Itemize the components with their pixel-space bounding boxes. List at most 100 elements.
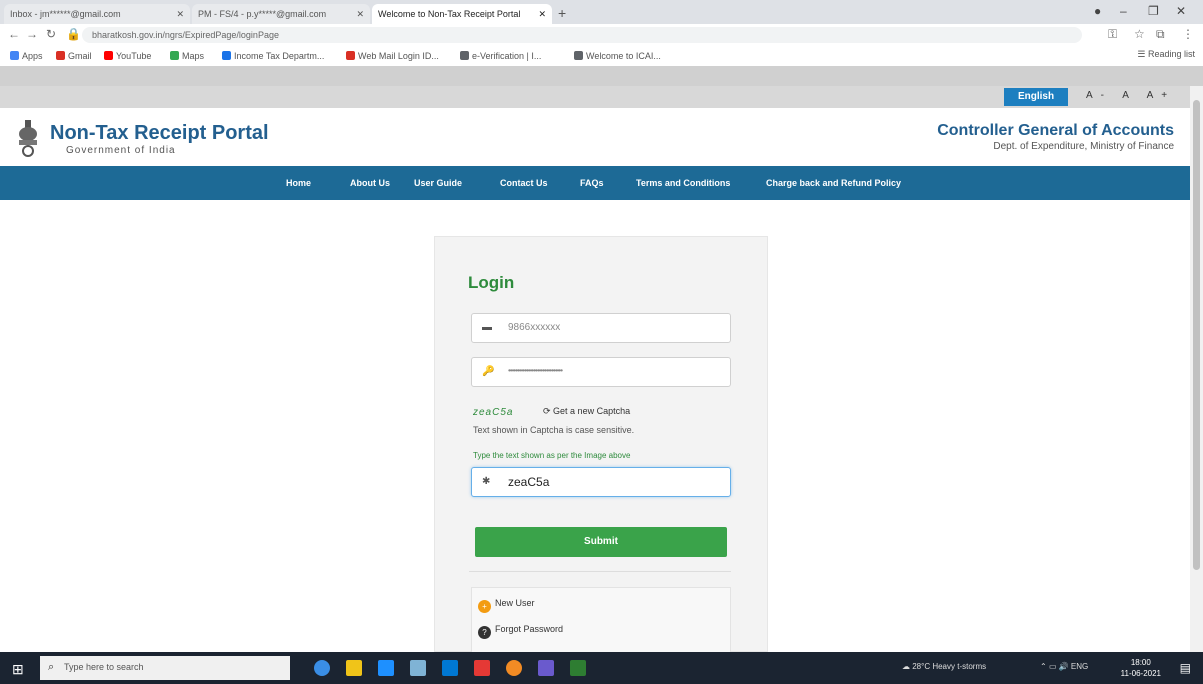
reading-list-button[interactable]: ☰ Reading list bbox=[1137, 49, 1195, 60]
mail-icon[interactable] bbox=[410, 660, 426, 676]
language-button[interactable]: English bbox=[1004, 88, 1068, 106]
url-field[interactable]: bharatkosh.gov.in/ngrs/ExpiredPage/login… bbox=[82, 27, 1082, 43]
outlook-icon[interactable] bbox=[442, 660, 458, 676]
taskbar-search[interactable]: ⌕ Type here to search bbox=[40, 656, 290, 680]
tab-label: PM - FS/4 - p.y*****@gmail.com bbox=[198, 9, 327, 19]
captcha-hint: Type the text shown as per the Image abo… bbox=[473, 451, 631, 460]
nav-refund-policy[interactable]: Charge back and Refund Policy bbox=[766, 166, 901, 200]
page-scrollbar[interactable] bbox=[1190, 86, 1203, 652]
refresh-captcha-link[interactable]: ⟳ Get a new Captcha bbox=[543, 406, 630, 417]
key-icon[interactable]: ⚿ bbox=[1108, 27, 1117, 42]
key-icon: 🔑 bbox=[482, 366, 495, 377]
maximize-icon[interactable]: ❐ bbox=[1148, 4, 1159, 18]
new-user-link[interactable]: + New User bbox=[478, 598, 535, 613]
tab-close-icon[interactable]: ✕ bbox=[538, 4, 546, 24]
clock-time: 18:00 bbox=[1130, 658, 1151, 667]
login-panel: Login ▬ 9866xxxxxx 🔑 •••••••••••••••••••… bbox=[434, 236, 768, 653]
taskbar-search-placeholder: Type here to search bbox=[64, 662, 144, 672]
captcha-input[interactable]: ✱ zeaC5a bbox=[471, 467, 731, 497]
captcha-image: zeaC5a bbox=[473, 407, 514, 418]
username-field[interactable]: ▬ 9866xxxxxx bbox=[471, 313, 731, 343]
file-explorer-icon[interactable] bbox=[346, 660, 362, 676]
lock-icon: 🔒 bbox=[66, 27, 81, 41]
bookmark-maps[interactable]: Maps bbox=[170, 49, 204, 63]
account-links: + New User ? Forgot Password bbox=[471, 587, 731, 653]
weather-text: 28°C Heavy t-storms bbox=[912, 662, 987, 671]
org-subtitle: Dept. of Expenditure, Ministry of Financ… bbox=[993, 141, 1174, 152]
scrollbar-thumb[interactable] bbox=[1193, 100, 1200, 570]
clock-date: 11-06-2021 bbox=[1120, 669, 1161, 678]
forgot-password-icon: ? bbox=[478, 626, 491, 639]
asterisk-icon: ✱ bbox=[482, 476, 491, 487]
password-field[interactable]: 🔑 •••••••••••••••••••••••••••••• bbox=[471, 357, 731, 387]
windows-start-icon[interactable]: ⊞ bbox=[12, 661, 24, 678]
new-tab-button[interactable]: + bbox=[558, 5, 566, 21]
bookmark-youtube[interactable]: YouTube bbox=[104, 49, 151, 63]
menu-kebab-icon[interactable]: ⋮ bbox=[1182, 27, 1194, 41]
reading-list-icon: ☰ bbox=[1137, 49, 1148, 59]
site-header: Non-Tax Receipt Portal Government of Ind… bbox=[0, 108, 1190, 166]
browser-tab-bar: Inbox - jm******@gmail.com ✕ PM - FS/4 -… bbox=[0, 0, 1203, 24]
record-icon: ● bbox=[1094, 4, 1102, 18]
bookmark-gmail[interactable]: Gmail bbox=[56, 49, 92, 63]
forgot-password-link[interactable]: ? Forgot Password bbox=[478, 624, 563, 639]
minimize-icon[interactable]: – bbox=[1120, 4, 1127, 18]
globe-icon bbox=[574, 51, 583, 60]
back-arrow-icon[interactable]: ← bbox=[8, 27, 20, 41]
nav-terms[interactable]: Terms and Conditions bbox=[636, 166, 730, 200]
browser-tab-ntrp[interactable]: Welcome to Non-Tax Receipt Portal ✕ bbox=[372, 4, 552, 24]
taskbar-clock[interactable]: 18:00 11-06-2021 bbox=[1121, 657, 1161, 679]
bookmark-label: YouTube bbox=[116, 51, 152, 61]
bookmark-income-tax[interactable]: Income Tax Departm... bbox=[222, 49, 324, 63]
globe-icon bbox=[460, 51, 469, 60]
forward-arrow-icon[interactable]: → bbox=[26, 27, 38, 41]
user-card-icon: ▬ bbox=[482, 322, 492, 333]
new-user-label: New User bbox=[495, 598, 535, 608]
reload-icon[interactable]: ↻ bbox=[46, 27, 56, 41]
chrome-icon[interactable] bbox=[506, 660, 522, 676]
nav-faqs[interactable]: FAQs bbox=[580, 166, 604, 200]
pdf-icon[interactable] bbox=[474, 660, 490, 676]
webmail-icon bbox=[346, 51, 355, 60]
browser-tab-gmail[interactable]: Inbox - jm******@gmail.com ✕ bbox=[4, 4, 190, 24]
store-icon[interactable] bbox=[378, 660, 394, 676]
star-icon[interactable]: ☆ bbox=[1134, 27, 1145, 41]
portal-title[interactable]: Non-Tax Receipt Portal bbox=[50, 122, 269, 145]
weather-icon: ☁ bbox=[902, 662, 913, 671]
notification-icon[interactable]: ▤ bbox=[1180, 661, 1191, 675]
bookmark-label: Welcome to ICAI... bbox=[586, 51, 661, 61]
bookmark-label: Apps bbox=[22, 51, 43, 61]
browser-tab-pm[interactable]: PM - FS/4 - p.y*****@gmail.com ✕ bbox=[192, 4, 370, 24]
bookmark-icai[interactable]: Welcome to ICAI... bbox=[574, 49, 661, 63]
system-tray[interactable]: ⌃ ▭ 🔊 ENG bbox=[1040, 662, 1088, 671]
extension-icon[interactable]: ⧉ bbox=[1156, 27, 1165, 42]
org-title: Controller General of Accounts bbox=[937, 122, 1174, 139]
submit-button[interactable]: Submit bbox=[475, 527, 727, 557]
font-size-controls[interactable]: A- A A+ bbox=[1086, 90, 1175, 101]
maps-icon bbox=[170, 51, 179, 60]
income-tax-icon bbox=[222, 51, 231, 60]
tab-close-icon[interactable]: ✕ bbox=[176, 4, 184, 24]
cortana-icon[interactable] bbox=[314, 660, 330, 676]
nav-user-guide[interactable]: User Guide bbox=[414, 166, 462, 200]
apps-grid-icon bbox=[10, 51, 19, 60]
bookmark-apps[interactable]: Apps bbox=[10, 49, 43, 63]
gmail-icon bbox=[56, 51, 65, 60]
password-value: •••••••••••••••••••••••••••••• bbox=[508, 366, 563, 375]
address-bar-row: ← → ↻ 🔒 bharatkosh.gov.in/ngrs/ExpiredPa… bbox=[0, 24, 1203, 47]
nav-home[interactable]: Home bbox=[286, 166, 311, 200]
network-icon: ▭ bbox=[1048, 662, 1059, 671]
excel-icon[interactable] bbox=[570, 660, 586, 676]
windows-taskbar: ⊞ ⌕ Type here to search ☁ 28°C Heavy t-s… bbox=[0, 652, 1203, 684]
captcha-case-note: Text shown in Captcha is case sensitive. bbox=[473, 425, 635, 435]
close-window-icon[interactable]: ✕ bbox=[1176, 4, 1186, 18]
national-emblem-logo bbox=[19, 120, 37, 157]
bookmark-webmail[interactable]: Web Mail Login ID... bbox=[346, 49, 439, 63]
app-icon[interactable] bbox=[538, 660, 554, 676]
language-indicator: ENG bbox=[1070, 662, 1089, 671]
nav-contact-us[interactable]: Contact Us bbox=[500, 166, 548, 200]
tab-close-icon[interactable]: ✕ bbox=[356, 4, 364, 24]
nav-about-us[interactable]: About Us bbox=[350, 166, 390, 200]
weather-widget[interactable]: ☁ 28°C Heavy t-storms bbox=[902, 662, 986, 671]
bookmark-everification[interactable]: e-Verification | I... bbox=[460, 49, 541, 63]
